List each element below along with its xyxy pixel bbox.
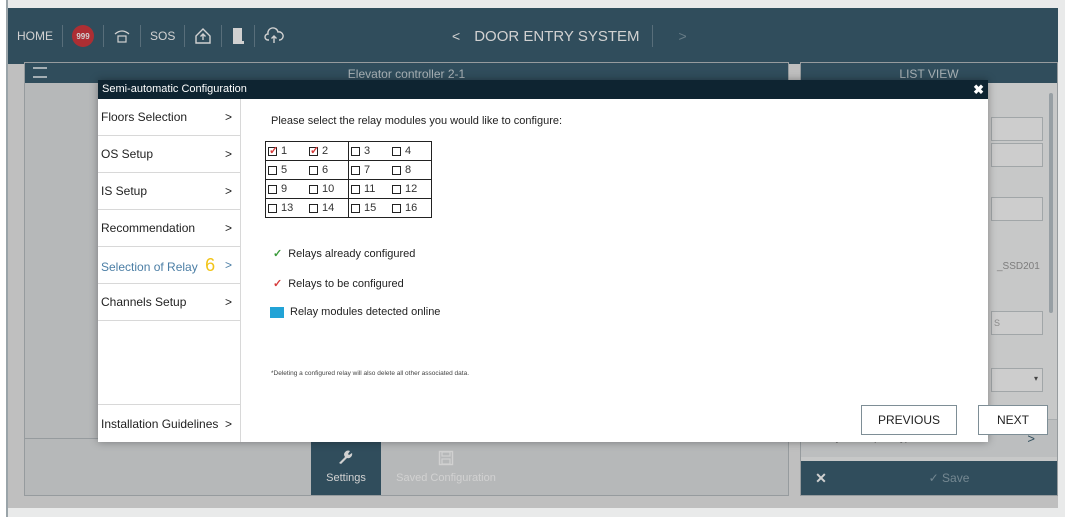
delete-warning-note: *Deleting a configured relay will also d… (271, 370, 470, 377)
relay-number: 6 (322, 164, 329, 176)
legend-configured: ✓ Relays already configured (273, 247, 416, 261)
relay-number: 14 (322, 202, 335, 214)
green-check-icon: ✓ (273, 248, 283, 260)
checkbox-icon (351, 203, 360, 213)
blue-square-icon (270, 306, 284, 318)
relay-number: 12 (405, 183, 418, 195)
legend-label: Relays to be configured (288, 277, 404, 290)
relay-checkbox[interactable]: 2 (307, 142, 348, 160)
relay-checkbox[interactable]: 7 (349, 161, 390, 179)
relay-checkbox[interactable]: 11 (349, 180, 390, 198)
checkbox-icon (309, 203, 318, 213)
relay-number: 2 (322, 145, 329, 157)
checkbox-icon (351, 184, 360, 194)
checkbox-icon (309, 144, 319, 157)
dialog-close-button[interactable]: ✖ (973, 80, 984, 99)
nav-label: Recommendation (101, 221, 196, 235)
checkbox-icon (268, 184, 277, 194)
checkbox-icon (309, 184, 318, 194)
checkbox-icon (268, 203, 277, 213)
legend-label: Relays already configured (288, 247, 416, 260)
relay-number: 1 (281, 145, 288, 157)
wizard-nav: Floors Selection > OS Setup > IS Setup >… (98, 99, 241, 442)
next-button[interactable]: NEXT (978, 405, 1048, 435)
relay-checkbox[interactable]: 3 (349, 142, 390, 160)
relay-checkbox[interactable]: 8 (390, 161, 431, 179)
relay-checkbox[interactable]: 5 (266, 161, 307, 179)
chevron-right-icon: > (224, 258, 232, 272)
relay-checkbox[interactable]: 16 (390, 199, 431, 217)
nav-channels-setup[interactable]: Channels Setup > (98, 284, 240, 321)
relay-number: 3 (364, 145, 371, 157)
relay-checkbox[interactable]: 13 (266, 199, 307, 217)
relay-number: 7 (364, 164, 371, 176)
relay-number: 11 (364, 183, 376, 195)
checkbox-icon (268, 144, 278, 157)
relay-number: 13 (281, 202, 294, 214)
relay-checkbox[interactable]: 1 (266, 142, 307, 160)
relay-number: 5 (281, 164, 288, 176)
checkbox-icon (392, 146, 401, 156)
checkbox-icon (268, 165, 277, 175)
checkbox-icon (309, 165, 318, 175)
nav-os-setup[interactable]: OS Setup > (98, 136, 240, 173)
relay-number: 10 (322, 183, 335, 195)
previous-button[interactable]: PREVIOUS (861, 405, 957, 435)
nav-label: OS Setup (101, 147, 154, 161)
relay-checkbox[interactable]: 9 (266, 180, 307, 198)
chevron-right-icon: > (224, 221, 232, 235)
step-number: 6 (205, 254, 216, 275)
dialog-header: Semi-automatic Configuration ✖ (98, 80, 988, 99)
relay-number: 9 (281, 183, 288, 195)
relay-number: 15 (364, 202, 377, 214)
checkbox-icon (392, 203, 401, 213)
nav-selection-of-relay[interactable]: Selection of Relay 6 > (98, 247, 240, 284)
checkbox-icon (392, 184, 401, 194)
nav-label-text: Selection of Relay (101, 259, 198, 274)
red-check-icon: ✓ (273, 278, 283, 290)
chevron-right-icon: > (224, 184, 232, 198)
relay-number: 8 (405, 164, 412, 176)
nav-label: Installation Guidelines (101, 416, 219, 431)
nav-recommendation[interactable]: Recommendation > (98, 210, 240, 247)
chevron-right-icon: > (224, 147, 232, 161)
relay-checkbox[interactable]: 4 (390, 142, 431, 160)
relay-number: 4 (405, 145, 412, 157)
nav-floors-selection[interactable]: Floors Selection > (98, 99, 240, 136)
checkbox-icon (392, 165, 401, 175)
chevron-right-icon: > (224, 110, 232, 124)
checkbox-icon (351, 146, 360, 156)
relay-checkbox[interactable]: 6 (307, 161, 348, 179)
left-edge (0, 0, 8, 517)
checkbox-icon (351, 165, 360, 175)
relay-checkbox[interactable]: 14 (307, 199, 348, 217)
nav-label: Floors Selection (101, 110, 188, 124)
nav-label: IS Setup (101, 184, 148, 198)
relay-checkbox[interactable]: 10 (307, 180, 348, 198)
legend-online: Relay modules detected online (270, 306, 440, 318)
nav-label: Selection of Relay 6 (101, 255, 215, 276)
nav-installation-guidelines[interactable]: Installation Guidelines > (98, 404, 240, 442)
nav-is-setup[interactable]: IS Setup > (98, 173, 240, 210)
relay-checkbox[interactable]: 15 (349, 199, 390, 217)
chevron-right-icon: > (224, 416, 232, 431)
nav-label: Channels Setup (101, 295, 187, 309)
chevron-right-icon: > (224, 295, 232, 309)
relay-checkbox[interactable]: 12 (390, 180, 431, 198)
relay-number: 16 (405, 202, 418, 214)
dialog-title: Semi-automatic Configuration (102, 83, 247, 95)
semi-automatic-configuration-dialog: Semi-automatic Configuration ✖ Floors Se… (98, 80, 1048, 442)
relay-grid: 1 2 3 4 5 6 7 8 9 (265, 141, 432, 218)
legend-to-configure: ✓ Relays to be configured (273, 277, 404, 291)
legend-label: Relay modules detected online (290, 306, 441, 318)
relay-prompt: Please select the relay modules you woul… (271, 115, 563, 127)
relay-selection-content: Please select the relay modules you woul… (265, 99, 1048, 442)
